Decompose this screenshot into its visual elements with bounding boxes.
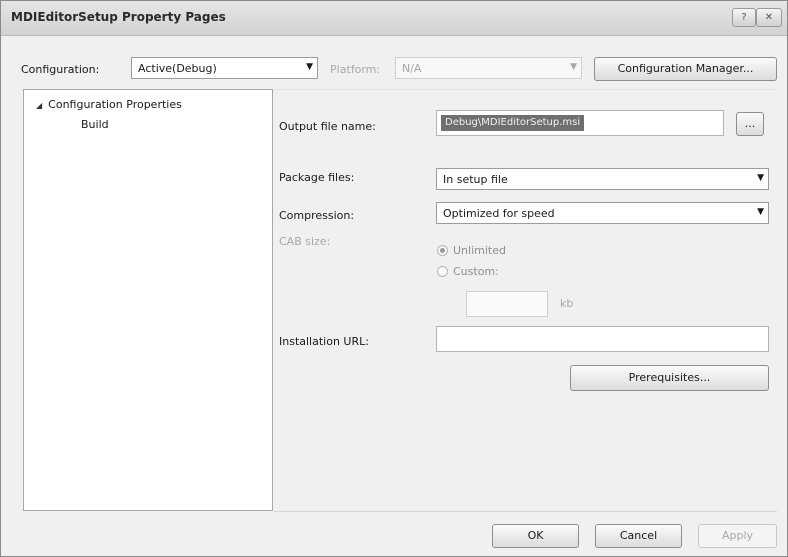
cab-size-input[interactable]: [466, 291, 548, 317]
configuration-manager-button[interactable]: Configuration Manager...: [594, 57, 777, 81]
chevron-down-icon: ▼: [757, 173, 764, 183]
prerequisites-button[interactable]: Prerequisites...: [570, 365, 769, 391]
cab-unlimited-radio[interactable]: Unlimited: [437, 244, 506, 257]
package-files-dropdown[interactable]: In setup file ▼: [436, 168, 769, 190]
tree-item-label: Configuration Properties: [48, 98, 182, 111]
platform-dropdown: N/A ▼: [395, 57, 582, 79]
help-button[interactable]: ?: [732, 8, 756, 27]
installation-url-input[interactable]: [436, 326, 769, 352]
cab-custom-radio[interactable]: Custom:: [437, 265, 499, 278]
close-button[interactable]: ✕: [756, 8, 782, 27]
window-title: MDIEditorSetup Property Pages: [11, 10, 226, 24]
compression-label: Compression:: [279, 209, 355, 222]
category-tree[interactable]: ◢ Configuration Properties Build: [23, 89, 273, 511]
configuration-label: Configuration:: [21, 63, 100, 76]
apply-button[interactable]: Apply: [698, 524, 777, 548]
compression-dropdown[interactable]: Optimized for speed ▼: [436, 202, 769, 224]
chevron-down-icon: ▼: [570, 62, 577, 72]
radio-unselected-icon: [437, 266, 448, 277]
radio-selected-icon: [437, 245, 448, 256]
ok-button[interactable]: OK: [492, 524, 579, 548]
platform-label: Platform:: [330, 63, 381, 76]
platform-value: N/A: [402, 62, 422, 75]
cab-custom-label: Custom:: [453, 265, 499, 278]
tree-item-configuration-properties[interactable]: ◢ Configuration Properties: [36, 98, 182, 111]
output-file-name-input[interactable]: Debug\MDIEditorSetup.msi: [436, 110, 724, 136]
cab-size-label: CAB size:: [279, 235, 331, 248]
footer-divider: [274, 511, 777, 512]
output-file-name-label: Output file name:: [279, 120, 376, 133]
cab-size-unit: kb: [560, 297, 574, 310]
property-pages-window: MDIEditorSetup Property Pages ? ✕ Config…: [0, 0, 788, 557]
package-files-label: Package files:: [279, 171, 355, 184]
expanded-triangle-icon[interactable]: ◢: [36, 101, 42, 110]
configuration-value: Active(Debug): [138, 62, 217, 75]
tree-item-build[interactable]: Build: [81, 118, 109, 131]
compression-value: Optimized for speed: [443, 207, 555, 220]
package-files-value: In setup file: [443, 173, 508, 186]
configuration-dropdown[interactable]: Active(Debug) ▼: [131, 57, 318, 79]
title-bar: MDIEditorSetup Property Pages ? ✕: [1, 1, 787, 36]
cab-unlimited-label: Unlimited: [453, 244, 506, 257]
chevron-down-icon: ▼: [757, 207, 764, 217]
browse-button[interactable]: ...: [736, 112, 764, 136]
output-file-name-value: Debug\MDIEditorSetup.msi: [441, 115, 585, 131]
build-properties-panel: Output file name: Debug\MDIEditorSetup.m…: [274, 89, 777, 512]
cancel-button[interactable]: Cancel: [595, 524, 682, 548]
installation-url-label: Installation URL:: [279, 335, 369, 348]
chevron-down-icon: ▼: [306, 62, 313, 72]
